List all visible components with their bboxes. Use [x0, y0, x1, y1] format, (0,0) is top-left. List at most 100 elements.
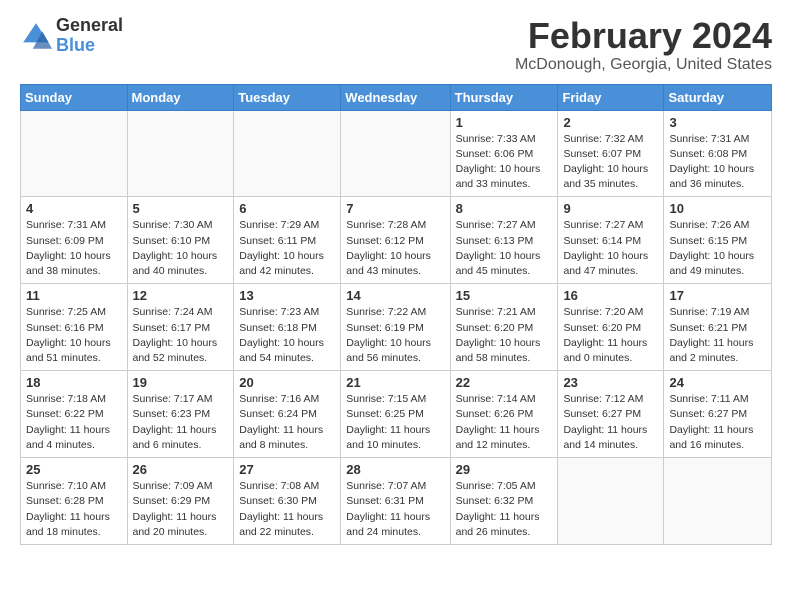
day-info: Sunrise: 7:15 AM Sunset: 6:25 PM Dayligh… — [346, 392, 444, 453]
day-number: 6 — [239, 201, 335, 216]
calendar-cell: 4Sunrise: 7:31 AM Sunset: 6:09 PM Daylig… — [21, 197, 128, 284]
day-info: Sunrise: 7:10 AM Sunset: 6:28 PM Dayligh… — [26, 479, 122, 540]
day-info: Sunrise: 7:22 AM Sunset: 6:19 PM Dayligh… — [346, 305, 444, 366]
calendar-cell: 5Sunrise: 7:30 AM Sunset: 6:10 PM Daylig… — [127, 197, 234, 284]
day-info: Sunrise: 7:23 AM Sunset: 6:18 PM Dayligh… — [239, 305, 335, 366]
day-info: Sunrise: 7:14 AM Sunset: 6:26 PM Dayligh… — [456, 392, 553, 453]
calendar-cell: 3Sunrise: 7:31 AM Sunset: 6:08 PM Daylig… — [664, 110, 772, 197]
calendar-subtitle: McDonough, Georgia, United States — [515, 56, 772, 74]
calendar-body: 1 Sunrise: 7:33 AM Sunset: 6:06 PM Daylig… — [21, 110, 772, 544]
day-info: Sunrise: 7:21 AM Sunset: 6:20 PM Dayligh… — [456, 305, 553, 366]
day-number: 11 — [26, 288, 122, 303]
day-number: 10 — [669, 201, 766, 216]
header: General Blue February 2024 McDonough, Ge… — [20, 16, 772, 74]
day-info: Sunrise: 7:32 AM Sunset: 6:07 PM Dayligh… — [563, 132, 658, 193]
day-number: 13 — [239, 288, 335, 303]
day-number: 26 — [133, 462, 229, 477]
logo-general-text: General — [56, 16, 123, 36]
day-number: 16 — [563, 288, 658, 303]
calendar-cell: 14 Sunrise: 7:22 AM Sunset: 6:19 PM Dayli… — [341, 284, 450, 371]
calendar-cell: 20 Sunrise: 7:16 AM Sunset: 6:24 PM Dayli… — [234, 371, 341, 458]
day-number: 5 — [133, 201, 229, 216]
calendar-cell: 22 Sunrise: 7:14 AM Sunset: 6:26 PM Dayli… — [450, 371, 558, 458]
day-info: Sunrise: 7:33 AM Sunset: 6:06 PM Dayligh… — [456, 132, 553, 193]
day-number: 21 — [346, 375, 444, 390]
header-row: SundayMondayTuesdayWednesdayThursdayFrid… — [21, 84, 772, 110]
calendar-cell — [127, 110, 234, 197]
title-block: February 2024 McDonough, Georgia, United… — [515, 16, 772, 74]
day-info: Sunrise: 7:07 AM Sunset: 6:31 PM Dayligh… — [346, 479, 444, 540]
calendar-cell: 16 Sunrise: 7:20 AM Sunset: 6:20 PM Dayli… — [558, 284, 664, 371]
header-cell-thursday: Thursday — [450, 84, 558, 110]
calendar-cell — [21, 110, 128, 197]
day-info: Sunrise: 7:12 AM Sunset: 6:27 PM Dayligh… — [563, 392, 658, 453]
day-number: 24 — [669, 375, 766, 390]
calendar-cell — [341, 110, 450, 197]
day-number: 25 — [26, 462, 122, 477]
day-info: Sunrise: 7:11 AM Sunset: 6:27 PM Dayligh… — [669, 392, 766, 453]
day-info: Sunrise: 7:17 AM Sunset: 6:23 PM Dayligh… — [133, 392, 229, 453]
header-cell-sunday: Sunday — [21, 84, 128, 110]
day-info: Sunrise: 7:26 AM Sunset: 6:15 PM Dayligh… — [669, 218, 766, 279]
calendar-title: February 2024 — [515, 16, 772, 56]
day-number: 12 — [133, 288, 229, 303]
calendar-cell: 13 Sunrise: 7:23 AM Sunset: 6:18 PM Dayli… — [234, 284, 341, 371]
calendar-week-0: 1 Sunrise: 7:33 AM Sunset: 6:06 PM Daylig… — [21, 110, 772, 197]
calendar-cell — [234, 110, 341, 197]
calendar-cell: 21 Sunrise: 7:15 AM Sunset: 6:25 PM Dayli… — [341, 371, 450, 458]
day-info: Sunrise: 7:20 AM Sunset: 6:20 PM Dayligh… — [563, 305, 658, 366]
calendar-cell: 12 Sunrise: 7:24 AM Sunset: 6:17 PM Dayli… — [127, 284, 234, 371]
header-cell-tuesday: Tuesday — [234, 84, 341, 110]
day-number: 2 — [563, 115, 658, 130]
day-info: Sunrise: 7:24 AM Sunset: 6:17 PM Dayligh… — [133, 305, 229, 366]
page-container: General Blue February 2024 McDonough, Ge… — [0, 0, 792, 555]
day-info: Sunrise: 7:28 AM Sunset: 6:12 PM Dayligh… — [346, 218, 444, 279]
day-info: Sunrise: 7:27 AM Sunset: 6:13 PM Dayligh… — [456, 218, 553, 279]
calendar-cell — [664, 458, 772, 545]
day-number: 28 — [346, 462, 444, 477]
day-info: Sunrise: 7:29 AM Sunset: 6:11 PM Dayligh… — [239, 218, 335, 279]
day-info: Sunrise: 7:18 AM Sunset: 6:22 PM Dayligh… — [26, 392, 122, 453]
day-number: 7 — [346, 201, 444, 216]
day-info: Sunrise: 7:08 AM Sunset: 6:30 PM Dayligh… — [239, 479, 335, 540]
calendar-cell: 10 Sunrise: 7:26 AM Sunset: 6:15 PM Dayli… — [664, 197, 772, 284]
calendar-cell: 1 Sunrise: 7:33 AM Sunset: 6:06 PM Daylig… — [450, 110, 558, 197]
day-info: Sunrise: 7:05 AM Sunset: 6:32 PM Dayligh… — [456, 479, 553, 540]
day-number: 14 — [346, 288, 444, 303]
calendar-cell: 26 Sunrise: 7:09 AM Sunset: 6:29 PM Dayli… — [127, 458, 234, 545]
day-number: 15 — [456, 288, 553, 303]
day-number: 18 — [26, 375, 122, 390]
calendar-cell — [558, 458, 664, 545]
calendar-cell: 17Sunrise: 7:19 AM Sunset: 6:21 PM Dayli… — [664, 284, 772, 371]
day-number: 1 — [456, 115, 553, 130]
calendar-cell: 23Sunrise: 7:12 AM Sunset: 6:27 PM Dayli… — [558, 371, 664, 458]
calendar-week-2: 11Sunrise: 7:25 AM Sunset: 6:16 PM Dayli… — [21, 284, 772, 371]
calendar-cell: 18 Sunrise: 7:18 AM Sunset: 6:22 PM Dayli… — [21, 371, 128, 458]
day-number: 9 — [563, 201, 658, 216]
day-number: 4 — [26, 201, 122, 216]
calendar-week-1: 4Sunrise: 7:31 AM Sunset: 6:09 PM Daylig… — [21, 197, 772, 284]
calendar-cell: 28 Sunrise: 7:07 AM Sunset: 6:31 PM Dayli… — [341, 458, 450, 545]
calendar-cell: 11Sunrise: 7:25 AM Sunset: 6:16 PM Dayli… — [21, 284, 128, 371]
logo-blue-text: Blue — [56, 36, 123, 56]
calendar-cell: 29Sunrise: 7:05 AM Sunset: 6:32 PM Dayli… — [450, 458, 558, 545]
calendar-cell: 7 Sunrise: 7:28 AM Sunset: 6:12 PM Daylig… — [341, 197, 450, 284]
calendar-cell: 27Sunrise: 7:08 AM Sunset: 6:30 PM Dayli… — [234, 458, 341, 545]
day-info: Sunrise: 7:09 AM Sunset: 6:29 PM Dayligh… — [133, 479, 229, 540]
day-number: 17 — [669, 288, 766, 303]
calendar-cell: 25 Sunrise: 7:10 AM Sunset: 6:28 PM Dayli… — [21, 458, 128, 545]
header-cell-friday: Friday — [558, 84, 664, 110]
day-info: Sunrise: 7:16 AM Sunset: 6:24 PM Dayligh… — [239, 392, 335, 453]
day-number: 22 — [456, 375, 553, 390]
calendar-cell: 6 Sunrise: 7:29 AM Sunset: 6:11 PM Daylig… — [234, 197, 341, 284]
calendar-header: SundayMondayTuesdayWednesdayThursdayFrid… — [21, 84, 772, 110]
logo-text: General Blue — [56, 16, 123, 56]
header-cell-wednesday: Wednesday — [341, 84, 450, 110]
header-cell-saturday: Saturday — [664, 84, 772, 110]
day-number: 3 — [669, 115, 766, 130]
logo-icon — [20, 20, 52, 52]
calendar-cell: 2 Sunrise: 7:32 AM Sunset: 6:07 PM Daylig… — [558, 110, 664, 197]
day-number: 19 — [133, 375, 229, 390]
calendar-cell: 19 Sunrise: 7:17 AM Sunset: 6:23 PM Dayli… — [127, 371, 234, 458]
day-number: 20 — [239, 375, 335, 390]
